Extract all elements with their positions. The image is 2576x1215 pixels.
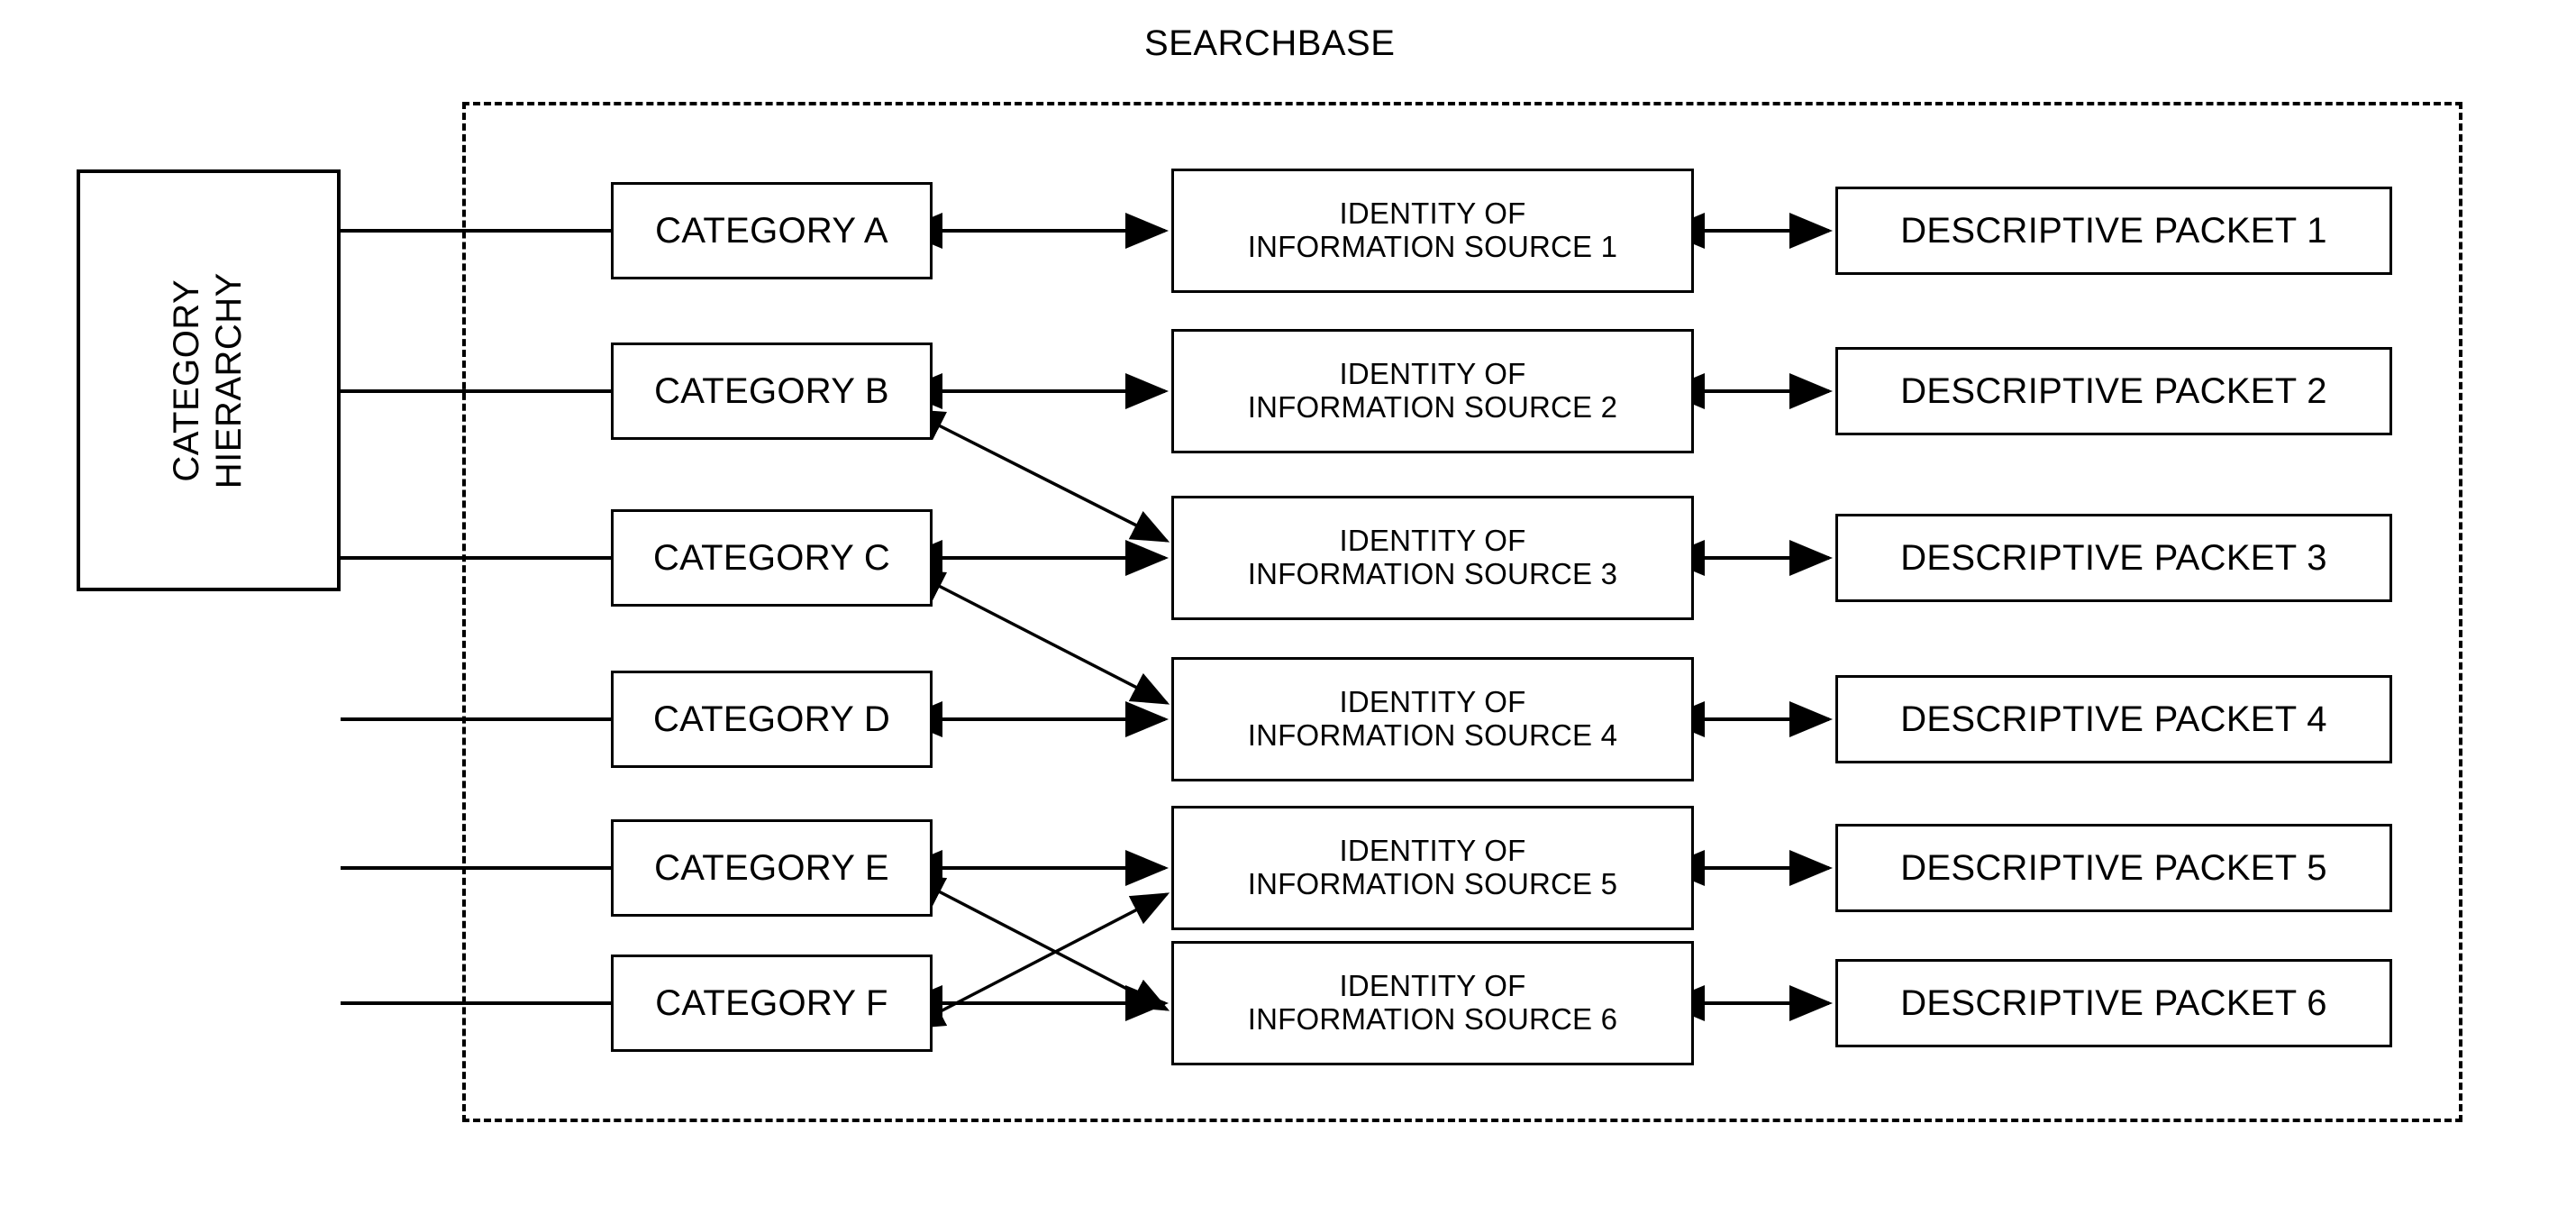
category-source-arrows [899, 213, 1169, 1021]
information-source-label-4-line2: INFORMATION SOURCE 4 [1247, 718, 1618, 752]
descriptive-packet-label-1: DESCRIPTIVE PACKET 1 [1900, 210, 2327, 251]
patent-figure-canvas: SEARCHBASE CATEGORY HIERARCHY CATEGORY A… [0, 0, 2576, 1215]
descriptive-packet-box-3: DESCRIPTIVE PACKET 3 [1835, 514, 2392, 602]
category-label-d: CATEGORY D [652, 699, 891, 739]
descriptive-packet-label-6: DESCRIPTIVE PACKET 6 [1900, 982, 2327, 1023]
hierarchy-connector-lines [341, 229, 611, 1005]
category-label-f: CATEGORY F [655, 982, 888, 1023]
information-source-label-6-line1: IDENTITY OF [1339, 969, 1526, 1003]
category-box-b: CATEGORY B [611, 343, 933, 440]
category-box-e: CATEGORY E [611, 819, 933, 917]
descriptive-packet-label-4: DESCRIPTIVE PACKET 4 [1900, 699, 2327, 739]
descriptive-packet-label-3: DESCRIPTIVE PACKET 3 [1900, 537, 2327, 578]
category-box-f: CATEGORY F [611, 955, 933, 1052]
descriptive-packet-label-5: DESCRIPTIVE PACKET 5 [1900, 847, 2327, 888]
information-source-label-6-line2: INFORMATION SOURCE 6 [1247, 1002, 1618, 1036]
descriptive-packet-box-4: DESCRIPTIVE PACKET 4 [1835, 675, 2392, 763]
information-source-label-1-line2: INFORMATION SOURCE 1 [1247, 230, 1618, 263]
information-source-label-3-line1: IDENTITY OF [1339, 524, 1526, 558]
information-source-label-3-line2: INFORMATION SOURCE 3 [1247, 557, 1618, 590]
category-hierarchy-label: CATEGORY HIERARCHY [166, 272, 250, 489]
category-label-e: CATEGORY E [654, 847, 889, 888]
information-source-box-1: IDENTITY OF INFORMATION SOURCE 1 [1171, 169, 1694, 293]
category-hierarchy-box: CATEGORY HIERARCHY [77, 169, 341, 591]
information-source-label-5-line1: IDENTITY OF [1339, 834, 1526, 868]
category-box-c: CATEGORY C [611, 509, 933, 607]
information-source-box-2: IDENTITY OF INFORMATION SOURCE 2 [1171, 329, 1694, 453]
information-source-box-6: IDENTITY OF INFORMATION SOURCE 6 [1171, 941, 1694, 1065]
information-source-box-5: IDENTITY OF INFORMATION SOURCE 5 [1171, 806, 1694, 930]
category-box-a: CATEGORY A [611, 182, 933, 279]
descriptive-packet-box-5: DESCRIPTIVE PACKET 5 [1835, 824, 2392, 912]
category-label-b: CATEGORY B [654, 370, 889, 411]
category-box-d: CATEGORY D [611, 671, 933, 768]
information-source-label-4-line1: IDENTITY OF [1339, 685, 1526, 719]
information-source-box-4: IDENTITY OF INFORMATION SOURCE 4 [1171, 657, 1694, 781]
descriptive-packet-label-2: DESCRIPTIVE PACKET 2 [1900, 370, 2327, 411]
information-source-label-5-line2: INFORMATION SOURCE 5 [1247, 867, 1618, 900]
information-source-label-2-line1: IDENTITY OF [1339, 357, 1526, 391]
information-source-box-3: IDENTITY OF INFORMATION SOURCE 3 [1171, 496, 1694, 620]
category-hierarchy-label-line2: HIERARCHY [209, 271, 250, 489]
category-label-c: CATEGORY C [652, 537, 891, 578]
category-hierarchy-label-line1: CATEGORY [167, 279, 207, 482]
descriptive-packet-box-6: DESCRIPTIVE PACKET 6 [1835, 959, 2392, 1047]
category-label-a: CATEGORY A [655, 210, 888, 251]
descriptive-packet-box-2: DESCRIPTIVE PACKET 2 [1835, 347, 2392, 435]
source-packet-arrows [1661, 213, 1833, 1021]
descriptive-packet-box-1: DESCRIPTIVE PACKET 1 [1835, 187, 2392, 275]
information-source-label-1-line1: IDENTITY OF [1339, 196, 1526, 231]
information-source-label-2-line2: INFORMATION SOURCE 2 [1247, 390, 1618, 424]
